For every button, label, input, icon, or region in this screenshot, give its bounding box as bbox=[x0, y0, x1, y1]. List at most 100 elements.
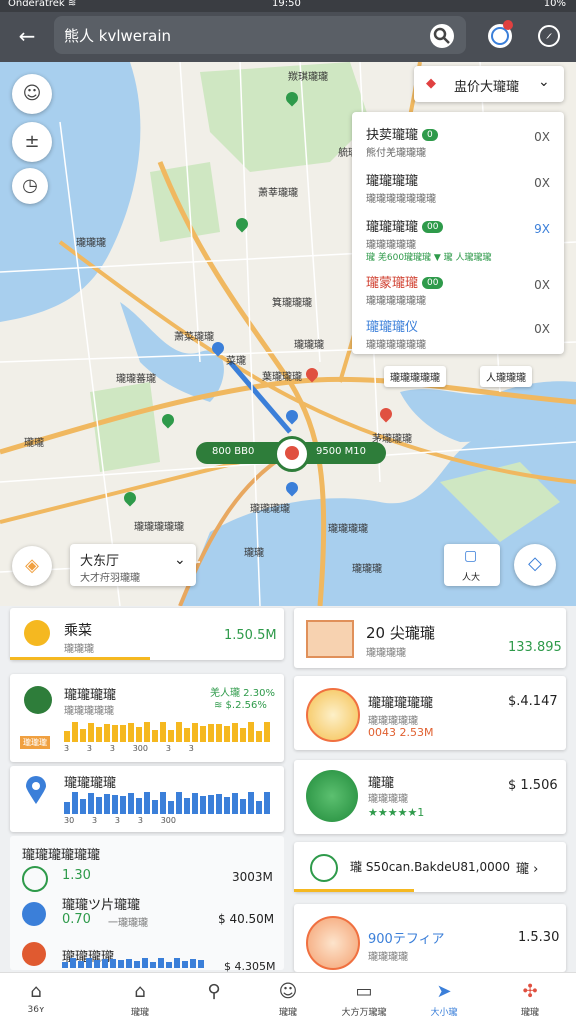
bar bbox=[176, 792, 182, 814]
bar bbox=[72, 792, 78, 814]
nav-game[interactable]: ✣ 瓏瓏 bbox=[494, 973, 566, 1025]
bar bbox=[158, 958, 164, 968]
compass-icon[interactable] bbox=[537, 24, 561, 48]
card-value: 1.5.30 bbox=[518, 930, 560, 945]
map-pin-icon bbox=[24, 776, 48, 806]
layer-close[interactable]: 0X bbox=[534, 322, 550, 336]
bar-chart bbox=[64, 722, 270, 742]
bar bbox=[144, 722, 150, 742]
card-sub: 瓏瓏瓏瓏 bbox=[368, 794, 408, 805]
map-chip[interactable]: 人瓏瓏瓏 bbox=[480, 366, 532, 387]
layer-sub: 瓏瓏瓏瓏瓏 bbox=[366, 240, 416, 251]
bar bbox=[112, 795, 118, 814]
area-dropdown[interactable]: 大东厅 大才疛羽瓏瓏 ⌄ bbox=[70, 544, 196, 586]
card-value: $.4.147 bbox=[508, 694, 558, 709]
layer-item[interactable]: 抉荬瓏瓏 0 熊付羌瓏瓏瓏 0X bbox=[352, 118, 564, 162]
nav-home[interactable]: ⌂ 36ʏ bbox=[0, 973, 72, 1025]
nav-card[interactable]: ▭ 大方万瓏瓏 bbox=[324, 973, 404, 1025]
info-card[interactable]: 瓏 S50can.BakdeU81,0000 瓏 › bbox=[294, 842, 566, 892]
layer-close[interactable]: 0X bbox=[534, 278, 550, 292]
bar bbox=[248, 722, 254, 742]
summary-card[interactable]: 900テフィア 瓏瓏瓏瓏 1.5.30 bbox=[294, 904, 566, 972]
summary-card[interactable]: 乘菜 瓏瓏瓏 1.50.5M bbox=[10, 608, 284, 660]
avatar-icon[interactable]: ☺ bbox=[12, 74, 52, 114]
map-label: 菜瓏 bbox=[226, 356, 246, 367]
layer-title: 瓏瓏瓏瓏 bbox=[366, 174, 419, 189]
summary-card[interactable]: 瓏瓏 瓏瓏瓏瓏 ★★★★★1 $ 1.506 bbox=[294, 760, 566, 834]
current-location-icon[interactable] bbox=[274, 436, 310, 472]
map-label: 瓏瓏 bbox=[24, 438, 44, 449]
zoom-icon[interactable]: ± bbox=[12, 122, 52, 162]
route-left: 800 BB0 bbox=[212, 446, 255, 457]
layer-item[interactable]: 瓏瓏瓏瓏 00 瓏瓏瓏瓏瓏 瓏 羌600瓏瓏瓏 ▼ 瓏 人瓏瓏瓏 9X bbox=[352, 210, 564, 266]
chart-card[interactable]: 瓏瓏瓏瓏 瓏瓏瓏瓏瓏 羌人瓏 2.30% ≋ $.2.56% 瓏瓏瓏 3 3 3… bbox=[10, 674, 284, 762]
map-label: 箕瓏瓏瓏 bbox=[272, 298, 312, 309]
bar bbox=[198, 960, 204, 968]
area-title: 大东厅 bbox=[80, 554, 120, 569]
location-icon[interactable]: ◈ bbox=[12, 546, 52, 586]
bar bbox=[136, 727, 142, 742]
rating-stars: ★★★★★1 bbox=[368, 806, 425, 819]
card-sub: 瓏瓏瓏瓏 bbox=[368, 952, 408, 963]
bar bbox=[126, 959, 132, 968]
list-amount: 3003M bbox=[232, 870, 273, 884]
layer-title: 抉荬瓏瓏 0 bbox=[366, 124, 438, 143]
bar bbox=[64, 802, 70, 814]
bar bbox=[216, 724, 222, 742]
ticket-icon bbox=[306, 620, 354, 658]
summary-card[interactable]: 瓏瓏瓏瓏瓏 瓏瓏瓏瓏瓏 0043 2.53M $.4.147 bbox=[294, 676, 566, 750]
nav-smile[interactable]: ☺ 瓏瓏 bbox=[252, 973, 324, 1025]
bar bbox=[240, 799, 246, 814]
bar bbox=[174, 958, 180, 968]
search-bar[interactable]: 熊人 kvlwerain bbox=[54, 16, 466, 54]
layer-item[interactable]: 瓏蒙瓏瓏 00 瓏瓏瓏瓏瓏瓏 0X bbox=[352, 266, 564, 310]
layer-item[interactable]: 瓏瓏瓏仪 瓏瓏瓏瓏瓏瓏 0X bbox=[352, 310, 564, 354]
map-label: 瓏瓏瓏 bbox=[294, 340, 324, 351]
map-label: 萧菜瓏瓏 bbox=[174, 332, 214, 343]
alert-icon bbox=[22, 942, 46, 966]
pin-icon[interactable]: ◇ bbox=[514, 544, 556, 586]
status-left: Onderatrek ≋ bbox=[8, 0, 77, 9]
layer-close[interactable]: 0X bbox=[534, 176, 550, 190]
back-arrow-icon[interactable]: ← bbox=[12, 21, 42, 51]
nav-route[interactable]: ➤ 大小瓏 bbox=[408, 973, 480, 1025]
map-label: 瓏瓏瓏瓏 bbox=[250, 504, 290, 515]
bar bbox=[224, 726, 230, 742]
layer-close[interactable]: 9X bbox=[534, 222, 550, 236]
card-title: 瓏瓏 bbox=[368, 776, 395, 791]
map-side-button[interactable]: ▢ 人大 bbox=[444, 544, 500, 586]
layer-close[interactable]: 0X bbox=[534, 130, 550, 144]
bar bbox=[232, 793, 238, 814]
bar bbox=[104, 794, 110, 814]
bar bbox=[86, 958, 92, 968]
card-value: 1.50.5M bbox=[224, 628, 277, 643]
map-chip[interactable]: 瓏瓏瓏瓏瓏 bbox=[384, 366, 446, 387]
search-icon[interactable] bbox=[430, 24, 454, 48]
chart-ticks: 30 3 3 3 300 bbox=[64, 816, 176, 825]
card-stat: ≋ $.2.56% bbox=[214, 700, 267, 711]
bar bbox=[224, 797, 230, 814]
bar bbox=[168, 730, 174, 742]
progress-bar bbox=[10, 657, 150, 660]
bar bbox=[64, 731, 70, 742]
layer-item[interactable]: 瓏瓏瓏瓏 瓏瓏瓏瓏瓏瓏瓏 0X bbox=[352, 164, 564, 208]
bar bbox=[78, 961, 84, 968]
layer-select[interactable]: ◆ 盅价大瓏瓏 ⌄ bbox=[414, 66, 564, 102]
layer-sub: 瓏瓏瓏瓏瓏瓏 bbox=[366, 340, 426, 351]
search-pin-icon: ⚲ bbox=[207, 981, 221, 1002]
bar bbox=[176, 722, 182, 742]
timer-icon[interactable]: ◷ bbox=[12, 168, 48, 204]
map-label: 葉瓏瓏瓏 bbox=[262, 372, 302, 383]
list-value: 1.30 bbox=[62, 868, 91, 883]
chart-card[interactable]: 瓏瓏瓏瓏 30 3 3 3 300 bbox=[10, 766, 284, 832]
map-label: 瓏瓏蕃瓏 bbox=[116, 374, 156, 385]
peach-circle-icon bbox=[306, 916, 360, 970]
search-text: 熊人 kvlwerain bbox=[64, 27, 172, 45]
layer-title: 瓏瓏瓏仪 bbox=[366, 320, 419, 335]
card-title: 20 尖瓏瓏 bbox=[366, 624, 435, 642]
nav-house[interactable]: ⌂ 瓏瓏 bbox=[104, 973, 176, 1025]
bar bbox=[232, 723, 238, 742]
summary-card[interactable]: 20 尖瓏瓏 瓏瓏瓏瓏 133.895 bbox=[294, 608, 566, 668]
chevron-right-icon[interactable]: 瓏 › bbox=[516, 858, 538, 877]
nav-search[interactable]: ⚲ bbox=[178, 973, 250, 1025]
